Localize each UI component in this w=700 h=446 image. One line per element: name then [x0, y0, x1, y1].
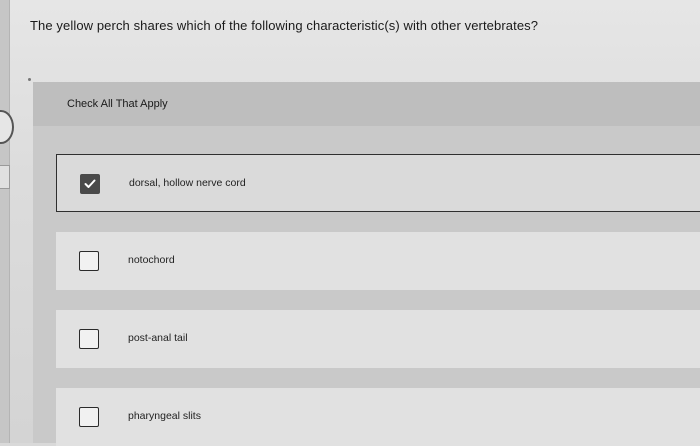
option-label: pharyngeal slits: [128, 410, 201, 422]
divider-dot: [28, 78, 31, 81]
option-label: dorsal, hollow nerve cord: [129, 177, 246, 189]
answer-option-dorsal-hollow-nerve-cord[interactable]: dorsal, hollow nerve cord: [56, 154, 700, 212]
option-checkbox[interactable]: [80, 174, 100, 194]
option-checkbox[interactable]: [79, 407, 99, 427]
question-prompt: The yellow perch shares which of the fol…: [30, 18, 539, 33]
option-label: notochord: [128, 254, 175, 266]
checkmark-icon: [84, 179, 96, 188]
answer-option-pharyngeal-slits[interactable]: pharyngeal slits: [56, 388, 700, 446]
answer-option-post-anal-tail[interactable]: post-anal tail: [56, 310, 700, 368]
option-label: post-anal tail: [128, 332, 188, 344]
instruction-label: Check All That Apply: [67, 98, 168, 110]
option-checkbox[interactable]: [79, 251, 99, 271]
answer-option-notochord[interactable]: notochord: [56, 232, 700, 290]
left-sidebar-strip: [0, 0, 10, 443]
option-checkbox[interactable]: [79, 329, 99, 349]
navigation-tab[interactable]: [0, 165, 10, 189]
